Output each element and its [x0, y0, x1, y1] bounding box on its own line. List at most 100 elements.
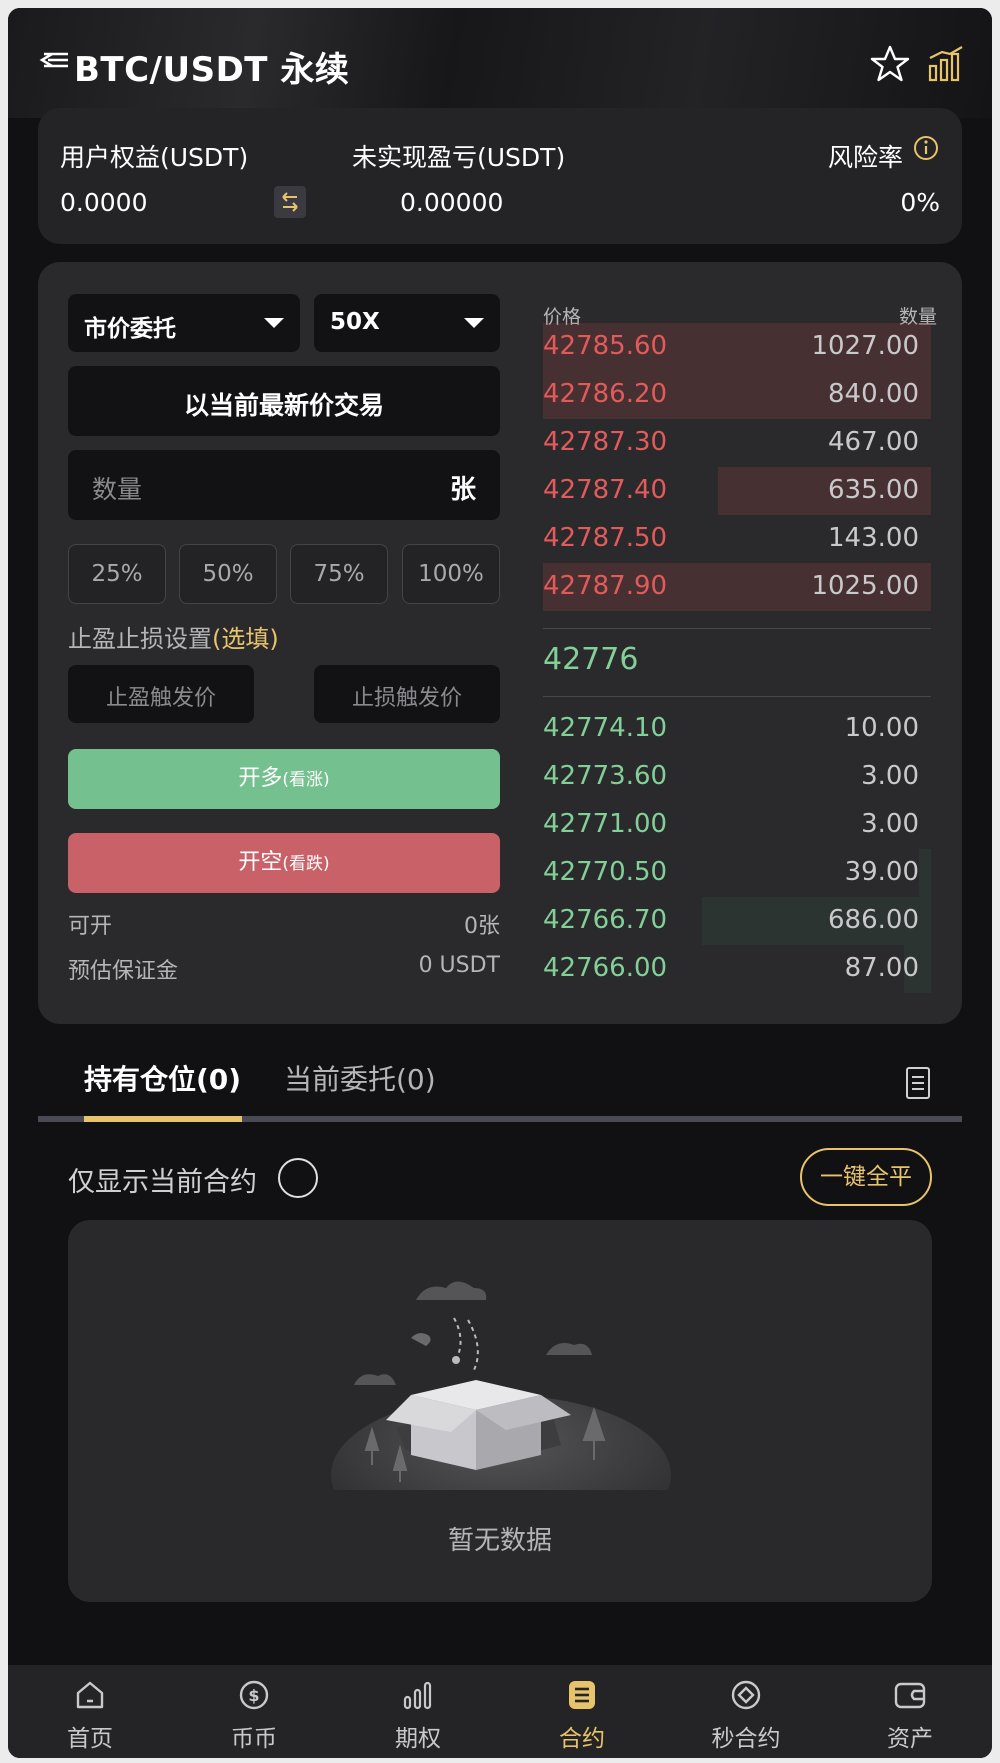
- percent-75-button[interactable]: 75%: [290, 544, 388, 604]
- available-value: 0张: [464, 914, 500, 939]
- chevron-down-icon: [264, 318, 284, 328]
- order-quantity: 840.00: [828, 379, 919, 409]
- info-icon[interactable]: [912, 134, 940, 162]
- percent-25-button[interactable]: 25%: [68, 544, 166, 604]
- header: BTC/USDT 永续: [8, 8, 992, 118]
- order-price: 42786.20: [543, 379, 668, 409]
- nav-label: 首页: [67, 1726, 113, 1752]
- bid-row[interactable]: 42774.10 10.00: [543, 705, 931, 753]
- order-quantity: 10.00: [844, 713, 919, 743]
- take-profit-input[interactable]: 止盈触发价: [68, 665, 254, 723]
- available-row: 可开 0张: [68, 908, 500, 940]
- open-long-button[interactable]: 开多(看涨): [68, 749, 500, 809]
- order-type-value: 市价委托: [84, 316, 176, 342]
- tab-current-orders[interactable]: 当前委托(0): [284, 1058, 436, 1098]
- order-history-icon[interactable]: [904, 1066, 932, 1100]
- back-menu-icon[interactable]: [38, 46, 72, 80]
- margin-label: 预估保证金: [68, 959, 179, 984]
- nav-home[interactable]: 首页: [8, 1665, 172, 1758]
- leverage-select[interactable]: 50X: [314, 294, 500, 352]
- open-short-button[interactable]: 开空(看跌): [68, 833, 500, 893]
- bid-row[interactable]: 42766.00 87.00: [543, 945, 931, 993]
- order-quantity: 39.00: [844, 857, 919, 887]
- last-price: 42776: [543, 642, 639, 677]
- nav-options[interactable]: 期权: [336, 1665, 500, 1758]
- nav-spot[interactable]: $ 币币: [172, 1665, 336, 1758]
- bid-row[interactable]: 42770.50 39.00: [543, 849, 931, 897]
- empty-state-text: 暂无数据: [447, 1526, 552, 1556]
- nav-label: 期权: [395, 1726, 441, 1752]
- ask-row[interactable]: 42787.40 635.00: [543, 467, 931, 515]
- app-frame: BTC/USDT 永续 用户权益(USDT) 0.0000 未实现盈亏(USDT…: [8, 8, 992, 1758]
- unrealized-pnl-label: 未实现盈亏(USDT): [352, 143, 566, 172]
- quantity-placeholder: 数量: [92, 475, 143, 504]
- percent-50-button[interactable]: 50%: [179, 544, 277, 604]
- margin-value: 0 USDT: [418, 953, 500, 978]
- ask-row[interactable]: 42787.30 467.00: [543, 419, 931, 467]
- trade-panel: 市价委托 50X 以当前最新价交易 数量 张 25% 50% 75% 100% …: [38, 262, 962, 1024]
- orderbook-divider: [543, 628, 931, 629]
- order-type-select[interactable]: 市价委托: [68, 294, 300, 352]
- nav-assets[interactable]: 资产: [828, 1665, 992, 1758]
- kline-chart-icon[interactable]: [926, 44, 966, 84]
- nav-label: 币币: [231, 1726, 277, 1752]
- tpsl-label-text: 止盈止损设置: [68, 625, 212, 653]
- ask-row[interactable]: 42786.20 840.00: [543, 371, 931, 419]
- account-summary-card: 用户权益(USDT) 0.0000 未实现盈亏(USDT) 0.00000 风险…: [38, 108, 962, 244]
- home-icon: [76, 1681, 104, 1709]
- nav-second-contract[interactable]: 秒合约: [664, 1665, 828, 1758]
- percent-100-button[interactable]: 100%: [402, 544, 500, 604]
- margin-row: 预估保证金 0 USDT: [68, 953, 500, 985]
- order-price: 42787.30: [543, 427, 668, 457]
- ask-row[interactable]: 42787.50 143.00: [543, 515, 931, 563]
- nav-label: 秒合约: [711, 1726, 781, 1752]
- wallet-icon: [894, 1682, 926, 1709]
- bottom-navigation: 首页 $ 币币 期权 合约 秒合约 资产: [8, 1665, 992, 1758]
- positions-tabs: 持有仓位(0) 当前委托(0): [38, 1048, 962, 1122]
- order-price: 42774.10: [543, 713, 668, 743]
- order-quantity: 467.00: [828, 427, 919, 457]
- available-label: 可开: [68, 914, 113, 939]
- quantity-unit: 张: [449, 475, 476, 505]
- risk-rate-value: 0%: [900, 188, 940, 217]
- tab-positions[interactable]: 持有仓位(0): [84, 1058, 241, 1098]
- chevron-down-icon: [464, 318, 484, 328]
- quantity-input[interactable]: 数量 张: [68, 450, 500, 520]
- order-price: 42785.60: [543, 331, 668, 361]
- close-all-button[interactable]: 一键全平: [800, 1148, 932, 1206]
- orderbook-divider: [543, 696, 931, 697]
- short-hint: (看跌): [282, 854, 330, 874]
- ask-row[interactable]: 42787.90 1025.00: [543, 563, 931, 611]
- order-price: 42787.40: [543, 475, 668, 505]
- order-price: 42787.90: [543, 571, 668, 601]
- diamond-icon: [731, 1680, 761, 1710]
- current-contract-filter-label: 仅显示当前合约: [68, 1167, 257, 1198]
- order-quantity: 3.00: [861, 761, 919, 791]
- bid-row[interactable]: 42771.00 3.00: [543, 801, 931, 849]
- page-title: BTC/USDT 永续: [74, 50, 350, 90]
- bid-row[interactable]: 42773.60 3.00: [543, 753, 931, 801]
- order-price: 42787.50: [543, 523, 668, 553]
- price-mode-label: 以当前最新价交易: [183, 391, 384, 420]
- order-quantity: 1025.00: [811, 571, 919, 601]
- nav-label: 资产: [887, 1726, 933, 1752]
- ask-row[interactable]: 42785.60 1027.00: [543, 323, 931, 371]
- current-contract-radio[interactable]: [278, 1158, 318, 1198]
- nav-contract[interactable]: 合约: [500, 1665, 664, 1758]
- empty-box-illustration-icon: [331, 1281, 671, 1490]
- unrealized-pnl-value: 0.00000: [400, 188, 504, 217]
- transfer-swap-icon[interactable]: [274, 186, 306, 218]
- depth-bar: [919, 849, 931, 897]
- order-quantity: 3.00: [861, 809, 919, 839]
- leverage-value: 50X: [330, 309, 380, 335]
- bid-row[interactable]: 42766.70 686.00: [543, 897, 931, 945]
- equity-value: 0.0000: [60, 188, 148, 217]
- svg-text:$: $: [248, 1686, 259, 1705]
- active-tab-indicator: [84, 1116, 242, 1122]
- market-price-button[interactable]: 以当前最新价交易: [68, 366, 500, 436]
- order-price: 42771.00: [543, 809, 668, 839]
- favorite-star-icon[interactable]: [870, 44, 910, 84]
- stop-loss-placeholder: 止损触发价: [351, 686, 462, 711]
- stop-loss-input[interactable]: 止损触发价: [314, 665, 500, 723]
- tpsl-optional-text: (选填): [212, 625, 279, 653]
